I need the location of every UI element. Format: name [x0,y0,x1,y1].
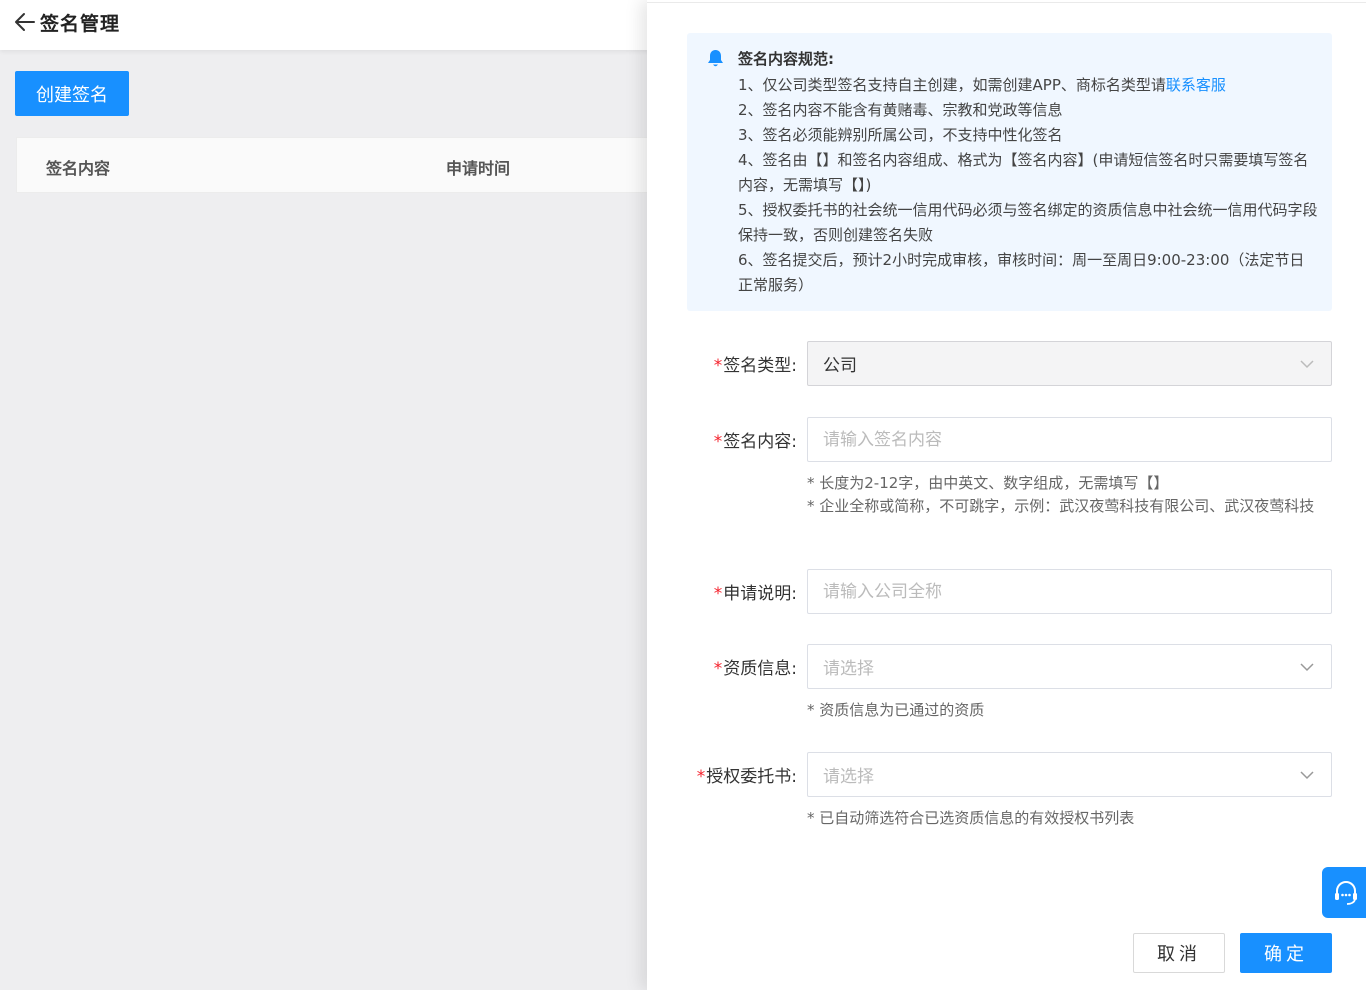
notice-line-6: 6、签名提交后，预计2小时完成审核，审核时间：周一至周日9:00-23:00（法… [738,251,1305,294]
table-header: 签名内容 申请时间 [16,137,716,193]
authorization-label-text: 授权委托书: [706,767,797,787]
chevron-down-icon [1300,771,1314,780]
notice-line-4: 4、签名由【】和签名内容组成、格式为【签名内容】(申请短信签名时只需要填写签名内… [738,151,1309,194]
contact-support-link[interactable]: 联系客服 [1166,76,1226,94]
signature-content-hint-1: * 长度为2-12字，由中英文、数字组成，无需填写【】 [807,474,1169,492]
required-mark: * [713,432,723,452]
qualification-placeholder: 请选择 [823,659,874,679]
column-header-content: 签名内容 [46,159,111,178]
required-mark: * [713,659,723,679]
signature-content-label-text: 签名内容: [723,432,797,452]
notice-line-1-text: 1、仅公司类型签名支持自主创建，如需创建APP、商标名类型请 [738,76,1166,94]
apply-description-field[interactable] [807,569,1332,614]
signature-content-hint-2: * 企业全称或简称，不可跳字，示例：武汉夜莺科技有限公司、武汉夜莺科技 [807,497,1315,515]
notice-lines: 1、仅公司类型签名支持自主创建，如需创建APP、商标名类型请联系客服 2、签名内… [738,73,1318,298]
bell-icon [708,50,723,67]
column-header-apply-time: 申请时间 [446,159,511,178]
apply-description-label-text: 申请说明: [723,584,797,604]
signature-content-field[interactable] [807,417,1332,462]
create-signature-button[interactable]: 创建签名 [15,71,129,116]
required-mark: * [713,356,723,376]
notice-title: 签名内容规范: [738,50,834,68]
signature-type-select[interactable]: 公司 [807,341,1332,386]
signature-content-hint: * 长度为2-12字，由中英文、数字组成，无需填写【】 * 企业全称或简称，不可… [807,472,1332,518]
authorization-placeholder: 请选择 [823,767,874,787]
signature-type-value: 公司 [823,356,857,376]
qualification-label: *资质信息: [714,654,797,679]
signature-type-label-text: 签名类型: [723,356,797,376]
apply-description-label: *申请说明: [714,579,797,604]
customer-support-button[interactable] [1322,867,1366,918]
apply-description-input[interactable] [823,581,1283,602]
notice-line-1: 1、仅公司类型签名支持自主创建，如需创建APP、商标名类型请联系客服 [738,73,1318,98]
qualification-hint: * 资质信息为已通过的资质 [807,701,985,719]
create-signature-drawer: 签名内容规范: 1、仅公司类型签名支持自主创建，如需创建APP、商标名类型请联系… [647,0,1366,990]
chevron-down-icon [1300,360,1314,369]
arrow-left-icon[interactable] [13,11,37,33]
required-mark: * [713,584,723,604]
notice-line-2: 2、签名内容不能含有黄赌毒、宗教和党政等信息 [738,101,1063,119]
notice-line-3: 3、签名必须能辨别所属公司，不支持中性化签名 [738,126,1063,144]
qualification-select[interactable]: 请选择 [807,644,1332,689]
authorization-select[interactable]: 请选择 [807,752,1332,797]
confirm-button[interactable]: 确定 [1240,933,1332,973]
signature-type-label: *签名类型: [714,351,797,376]
signature-rules-notice: 签名内容规范: 1、仅公司类型签名支持自主创建，如需创建APP、商标名类型请联系… [687,33,1332,311]
signature-content-label: *签名内容: [714,427,797,452]
chevron-down-icon [1300,663,1314,672]
signature-content-input[interactable] [823,429,1283,450]
notice-line-5: 5、授权委托书的社会统一信用代码必须与签名绑定的资质信息中社会统一信用代码字段保… [738,201,1318,244]
page-title: 签名管理 [40,13,121,35]
divider [647,2,1366,3]
required-mark: * [696,767,706,787]
qualification-label-text: 资质信息: [723,659,797,679]
authorization-label: *授权委托书: [697,762,797,787]
cancel-button[interactable]: 取消 [1133,933,1225,973]
headset-icon [1335,880,1357,905]
authorization-hint: * 已自动筛选符合已选资质信息的有效授权书列表 [807,809,1135,827]
